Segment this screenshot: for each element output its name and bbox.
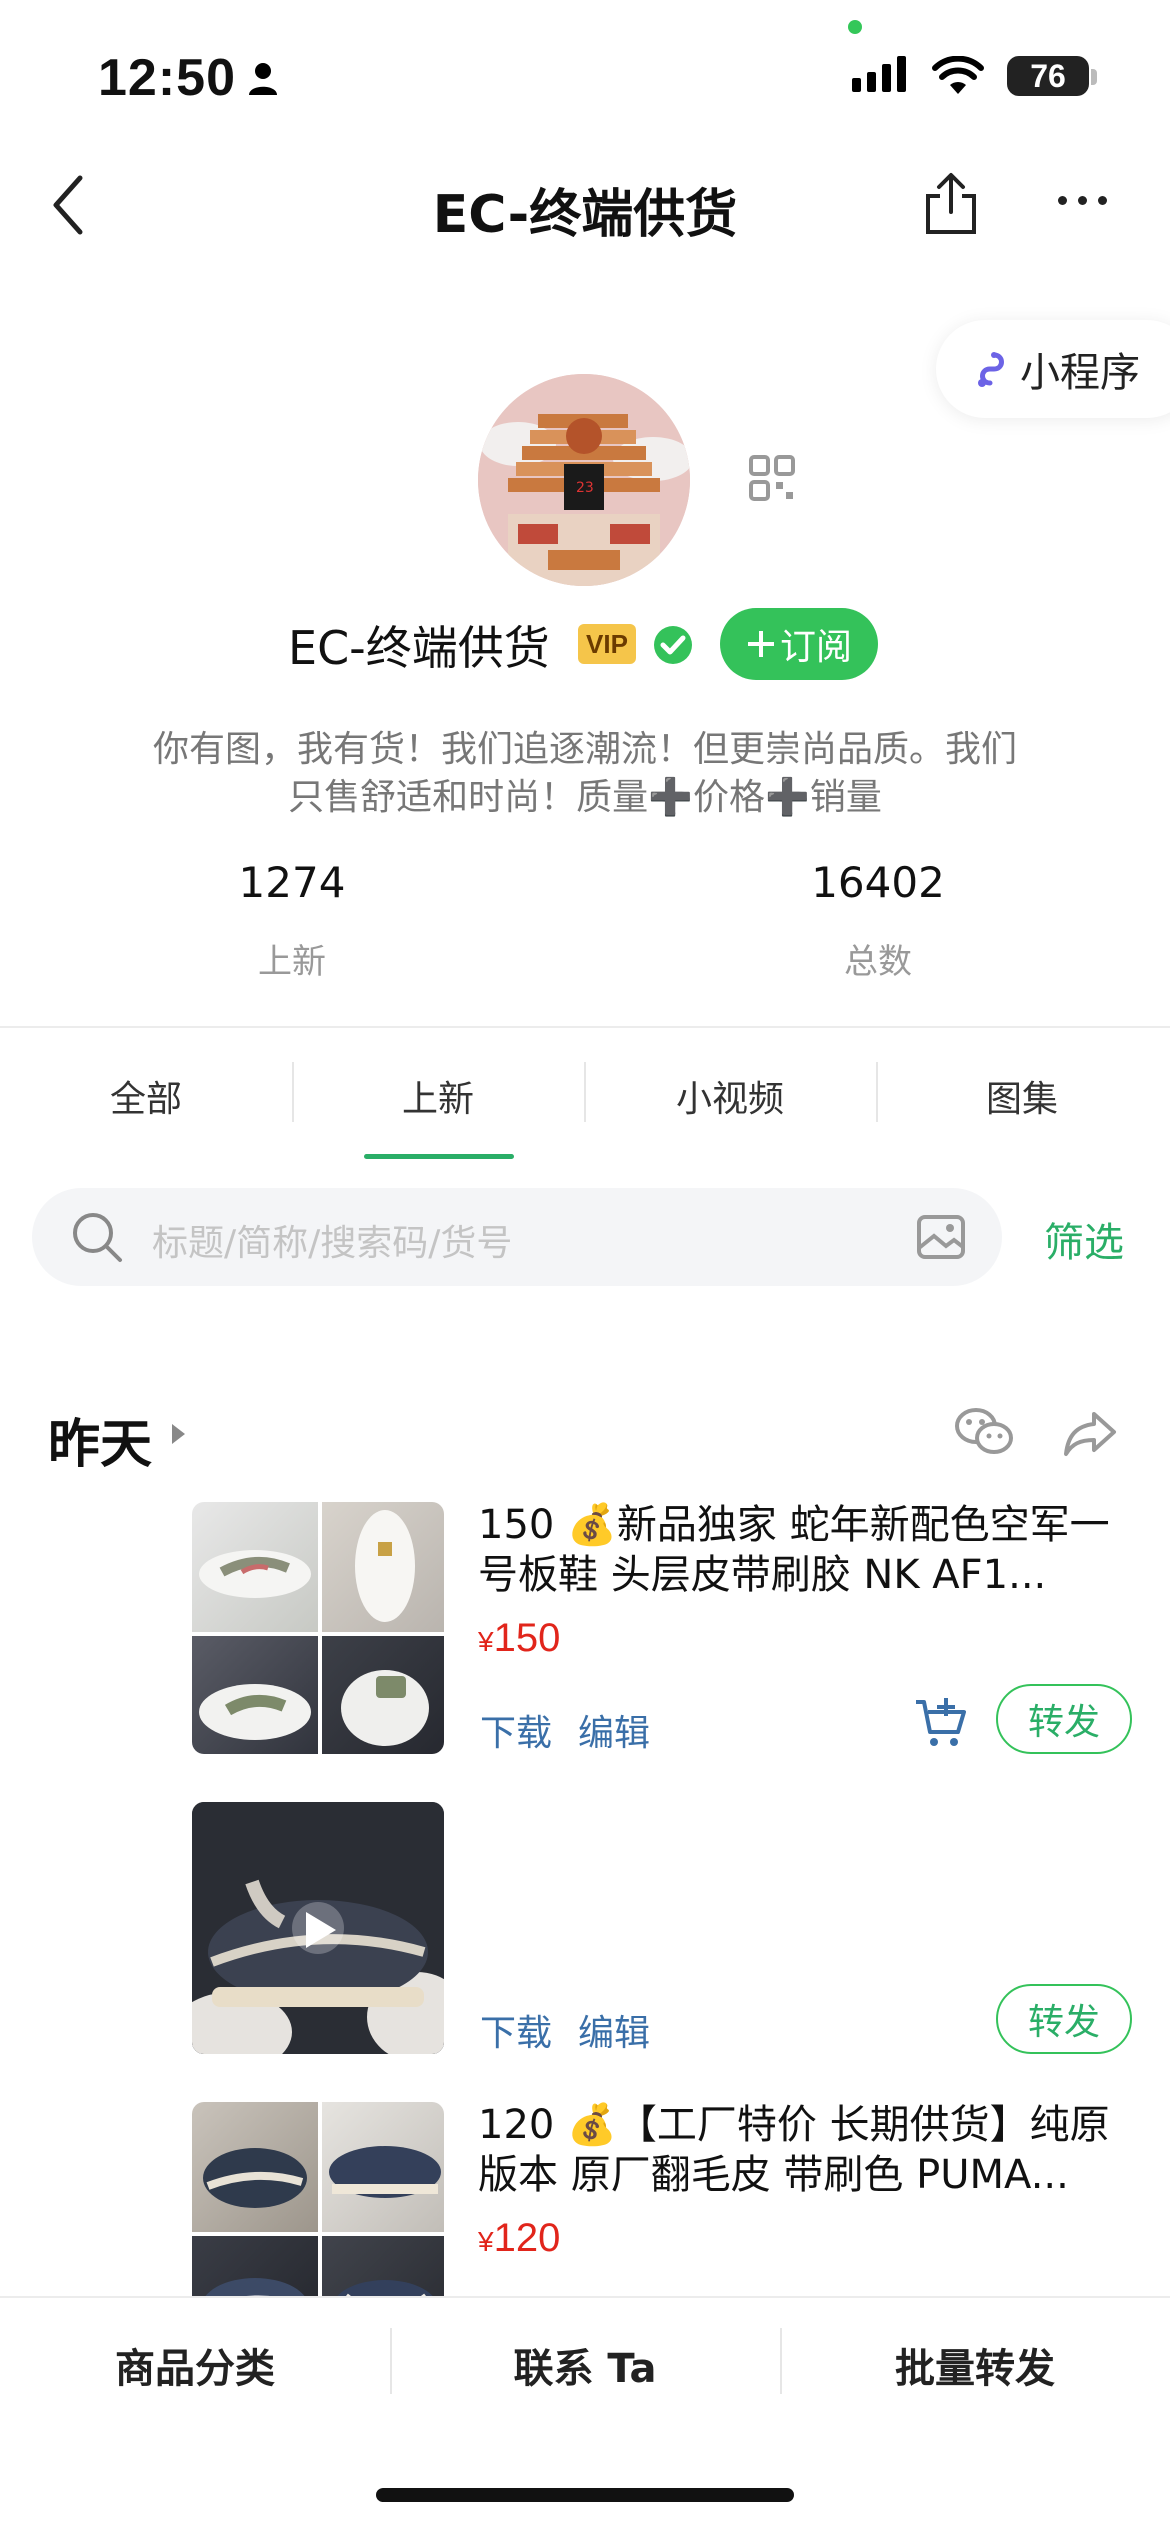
wechat-share-icon[interactable] [954, 1406, 1014, 1458]
wifi-icon [932, 56, 984, 94]
section-date-title[interactable]: 昨天 [48, 1402, 152, 1477]
product-1-forward-button[interactable]: 转发 [996, 1684, 1132, 1754]
stat-new-count[interactable]: 1274 [142, 858, 442, 907]
product-1-thumbnails[interactable] [192, 1502, 444, 1754]
batch-forward-button[interactable]: 批量转发 [780, 2336, 1170, 2394]
battery-icon: 76 [1007, 56, 1089, 96]
contact-button[interactable]: 联系 Ta [390, 2336, 780, 2394]
stat-total-count[interactable]: 16402 [728, 858, 1028, 907]
divider [0, 1026, 1170, 1028]
plus-icon [747, 631, 774, 657]
tab-album[interactable]: 图集 [876, 1070, 1168, 1122]
svg-text:23: 23 [576, 480, 594, 496]
product-1-download[interactable]: 下载 [480, 1704, 552, 1756]
product-image [322, 2102, 444, 2232]
stat-new-label: 上新 [258, 942, 326, 982]
search-placeholder: 标题/简称/搜索码/货号 [152, 1223, 513, 1264]
forward-arrow-icon[interactable] [1062, 1408, 1118, 1458]
active-tab-indicator [364, 1154, 514, 1159]
tab-new[interactable]: 上新 [292, 1070, 584, 1122]
vip-badge: VIP [578, 624, 636, 664]
product-image [322, 1502, 444, 1632]
status-time: 12:50 [98, 49, 236, 107]
qr-code-icon[interactable] [748, 454, 796, 502]
currency-symbol: ¥ [478, 1626, 494, 1657]
share-icon[interactable] [920, 172, 982, 238]
product-3-title[interactable]: 120 💰【工厂特价 长期供货】纯原版本 原厂翻毛皮 带刷色 PUMA... [478, 2100, 1138, 2200]
battery-cap [1091, 69, 1097, 85]
link-icon [978, 352, 1004, 387]
product-2-video-thumbnail[interactable] [192, 1802, 444, 2054]
home-indicator[interactable] [376, 2488, 794, 2502]
play-icon[interactable] [302, 1910, 338, 1950]
product-2-download[interactable]: 下载 [480, 2004, 552, 2056]
profile-name: EC-终端供货 [288, 621, 550, 675]
back-chevron-icon[interactable] [48, 172, 88, 238]
price-value: 120 [493, 2216, 561, 2260]
product-image [192, 2102, 318, 2232]
avatar-illustration: 23 [478, 374, 690, 586]
subscribe-label: 订阅 [779, 627, 852, 668]
product-image [192, 1636, 318, 1754]
privacy-indicator-dot [848, 20, 862, 34]
page-title: EC-终端供货 [432, 185, 738, 245]
more-options-icon[interactable] [1058, 196, 1107, 205]
search-icon [73, 1213, 122, 1262]
product-image [192, 1502, 318, 1632]
product-1-price: ¥150 [478, 1616, 560, 1661]
product-3-price: ¥120 [478, 2216, 560, 2261]
mini-program-label: 小程序 [1020, 350, 1140, 396]
filter-button[interactable]: 筛选 [1044, 1210, 1124, 1268]
currency-symbol: ¥ [478, 2226, 494, 2257]
add-to-cart-icon[interactable] [912, 1694, 968, 1750]
mini-program-button[interactable]: 小程序 [936, 320, 1170, 418]
verified-icon [654, 626, 692, 664]
product-2-edit[interactable]: 编辑 [578, 2004, 650, 2056]
price-value: 150 [493, 1616, 561, 1660]
product-2-forward-button[interactable]: 转发 [996, 1984, 1132, 2054]
stat-total-label: 总数 [844, 942, 912, 982]
category-button[interactable]: 商品分类 [0, 2336, 390, 2394]
subscribe-button[interactable]: 订阅 [720, 608, 878, 680]
profile-bio: 你有图，我有货！我们追逐潮流！但更崇尚品质。我们只售舒适和时尚！质量➕价格➕销量 [152, 729, 1017, 818]
person-icon [249, 63, 277, 95]
expand-arrow-icon[interactable] [172, 1424, 185, 1444]
cellular-signal-icon [852, 56, 906, 92]
product-image [322, 1636, 444, 1754]
product-1-title[interactable]: 150 💰新品独家 蛇年新配色空军一号板鞋 头层皮带刷胶 NK AF1... [478, 1500, 1138, 1600]
avatar[interactable]: 23 [478, 374, 690, 586]
product-1-edit[interactable]: 编辑 [578, 1704, 650, 1756]
tab-short-video[interactable]: 小视频 [584, 1070, 876, 1122]
image-search-icon[interactable] [916, 1214, 966, 1260]
tab-all[interactable]: 全部 [0, 1070, 292, 1122]
